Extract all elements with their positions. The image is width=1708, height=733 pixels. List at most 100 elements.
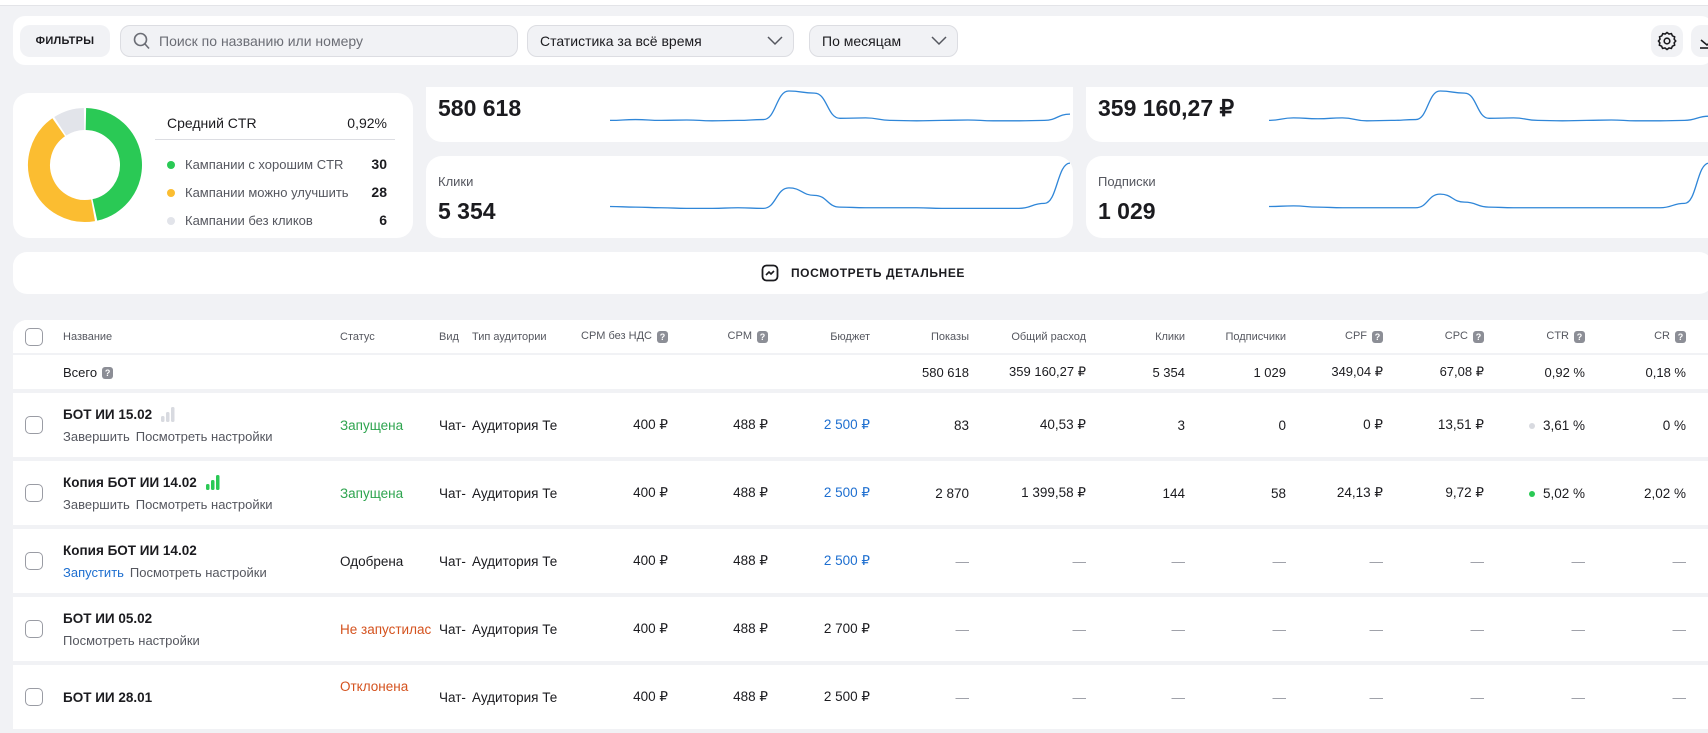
chart-icon (761, 264, 779, 282)
campaign-name[interactable]: БОТ ИИ 05.02 (63, 611, 336, 626)
action-link[interactable]: Посмотреть настройки (130, 565, 267, 580)
column-header[interactable]: CR? (1587, 330, 1688, 343)
cr-cell: — (1672, 689, 1687, 705)
campaign-name[interactable]: БОТ ИИ 28.01 (63, 690, 336, 705)
sparkline (610, 162, 1070, 210)
column-header[interactable]: Клики (1088, 331, 1187, 343)
cpm-cell: 488 ₽ (733, 485, 768, 500)
help-icon[interactable]: ? (1574, 330, 1585, 343)
campaign-name-text: БОТ ИИ 28.01 (63, 689, 153, 705)
total-cpf: 349,04 ₽ (1331, 364, 1383, 379)
action-link[interactable]: Запустить (63, 565, 124, 580)
name-cell: БОТ ИИ 05.02 Посмотреть настройки (61, 611, 338, 648)
cpc-cell: — (1470, 689, 1485, 705)
grouping-select[interactable]: По месяцам (809, 25, 958, 57)
help-icon[interactable]: ? (657, 330, 668, 343)
action-link[interactable]: Завершить (63, 497, 130, 512)
budget-cell[interactable]: 2 500 ₽ (770, 485, 872, 501)
legend-good-ctr: Кампании с хорошим CTR 30 (167, 156, 395, 172)
download-button[interactable] (1691, 25, 1708, 57)
legend-no-clicks: Кампании без кликов 6 (167, 212, 395, 228)
column-header-label: CPM без НДС (581, 330, 652, 343)
legend-label: Кампании без кликов (185, 212, 313, 228)
row-actions: Запустить Посмотреть настройки (63, 565, 336, 580)
column-header[interactable]: Общий расход (971, 331, 1088, 343)
legend-count: 30 (371, 156, 387, 172)
view-details-button[interactable]: ПОСМОТРЕТЬ ДЕТАЛЬНЕЕ (13, 252, 1708, 294)
column-header-label: Вид (439, 330, 459, 343)
budget-cell[interactable]: 2 500 ₽ (770, 417, 872, 433)
column-header[interactable]: CPC? (1385, 330, 1486, 343)
total-cpc: 67,08 ₽ (1439, 364, 1484, 379)
action-link[interactable]: Посмотреть настройки (136, 429, 273, 444)
budget-cell: 2 500 ₽ (823, 689, 870, 704)
column-header[interactable]: Показы (872, 331, 971, 343)
row-checkbox[interactable] (25, 620, 43, 638)
cpf-cell: — (1369, 621, 1384, 637)
help-icon[interactable]: ? (102, 367, 114, 380)
sparkline-path (610, 90, 1070, 122)
table-row[interactable]: Копия БОТ ИИ 14.02 Завершить Посмотреть на… (13, 461, 1708, 529)
help-icon[interactable]: ? (757, 330, 768, 343)
row-checkbox[interactable] (25, 552, 43, 570)
help-icon[interactable]: ? (1372, 330, 1383, 343)
settings-button[interactable] (1651, 25, 1683, 57)
row-checkbox[interactable] (25, 484, 43, 502)
table-row[interactable]: Копия БОТ ИИ 14.02 Запустить Посмотреть на… (13, 529, 1708, 597)
shows-cell: — (955, 553, 970, 569)
checkbox-cell (13, 484, 61, 502)
status-cell: Одобрена (340, 553, 404, 569)
campaign-name[interactable]: Копия БОТ ИИ 14.02 (63, 474, 336, 490)
metric-value: 580 618 (438, 95, 522, 121)
column-header[interactable]: Бюджет (770, 331, 872, 343)
table-row[interactable]: БОТ ИИ 05.02 Посмотреть настройки Не запус… (13, 597, 1708, 665)
column-header[interactable]: CPF? (1288, 330, 1385, 343)
column-header[interactable]: CTR? (1486, 330, 1587, 343)
yellow-dot-icon (167, 189, 175, 198)
column-header[interactable]: Название (61, 331, 338, 343)
cpc-cell: 9,72 ₽ (1445, 485, 1484, 500)
metric-value: 359 160,27 ₽ (1098, 95, 1235, 121)
vid-cell: Чат- (439, 553, 466, 569)
row-checkbox[interactable] (25, 688, 43, 706)
help-icon[interactable]: ? (1675, 330, 1686, 343)
campaign-name[interactable]: БОТ ИИ 15.02 (63, 406, 336, 422)
cpm_no_vat-cell: 400 ₽ (633, 553, 668, 568)
campaign-name[interactable]: Копия БОТ ИИ 14.02 (63, 543, 336, 558)
metric-value: 1 029 (1098, 198, 1156, 224)
row-checkbox[interactable] (25, 327, 43, 346)
column-header[interactable]: Вид (437, 331, 470, 343)
cpc-cell: — (1470, 553, 1485, 569)
metric-card-subscriptions: Подписки 1 029 (1086, 156, 1708, 238)
campaign-name-text: Копия БОТ ИИ 14.02 (63, 475, 197, 490)
action-link[interactable]: Посмотреть настройки (136, 497, 273, 512)
help-icon[interactable]: ? (1473, 330, 1484, 343)
column-header[interactable]: Статус (338, 331, 437, 343)
budget-cell[interactable]: 2 500 ₽ (770, 553, 872, 569)
column-header[interactable]: CPM без НДС? (560, 330, 670, 343)
table-row[interactable]: БОТ ИИ 15.02 Завершить Посмотреть настройк… (13, 393, 1708, 461)
action-link[interactable]: Посмотреть настройки (63, 633, 200, 648)
metric-value: 5 354 (438, 198, 496, 224)
action-link[interactable]: Завершить (63, 429, 130, 444)
clicks-cell: 3 (1177, 417, 1185, 433)
donut-segment (28, 118, 95, 222)
search-input[interactable]: Поиск по названию или номеру (120, 25, 518, 57)
period-select-value: Статистика за всё время (540, 33, 702, 49)
column-header[interactable]: CPM? (670, 330, 770, 343)
status-cell: Запущена (340, 417, 404, 433)
column-header[interactable]: Подписчики (1187, 331, 1288, 343)
shows-cell: — (955, 621, 970, 637)
row-checkbox[interactable] (25, 416, 43, 434)
campaign-name-text: БОТ ИИ 15.02 (63, 407, 153, 422)
column-header-label: CPM (727, 330, 752, 343)
period-select[interactable]: Статистика за всё время (527, 25, 794, 57)
campaign-name-text: БОТ ИИ 05.02 (63, 610, 153, 626)
checkbox-cell (13, 416, 61, 434)
signal-strength-icon (161, 407, 175, 422)
table-row[interactable]: БОТ ИИ 28.01 Отклонена Чат- Аудитория Те 400… (13, 665, 1708, 733)
column-header[interactable]: Тип аудитории (470, 331, 560, 343)
clicks-cell: — (1171, 621, 1186, 637)
name-cell: Копия БОТ ИИ 14.02 Запустить Посмотреть на… (61, 543, 338, 580)
filters-button[interactable]: ФИЛЬТРЫ (20, 25, 110, 57)
